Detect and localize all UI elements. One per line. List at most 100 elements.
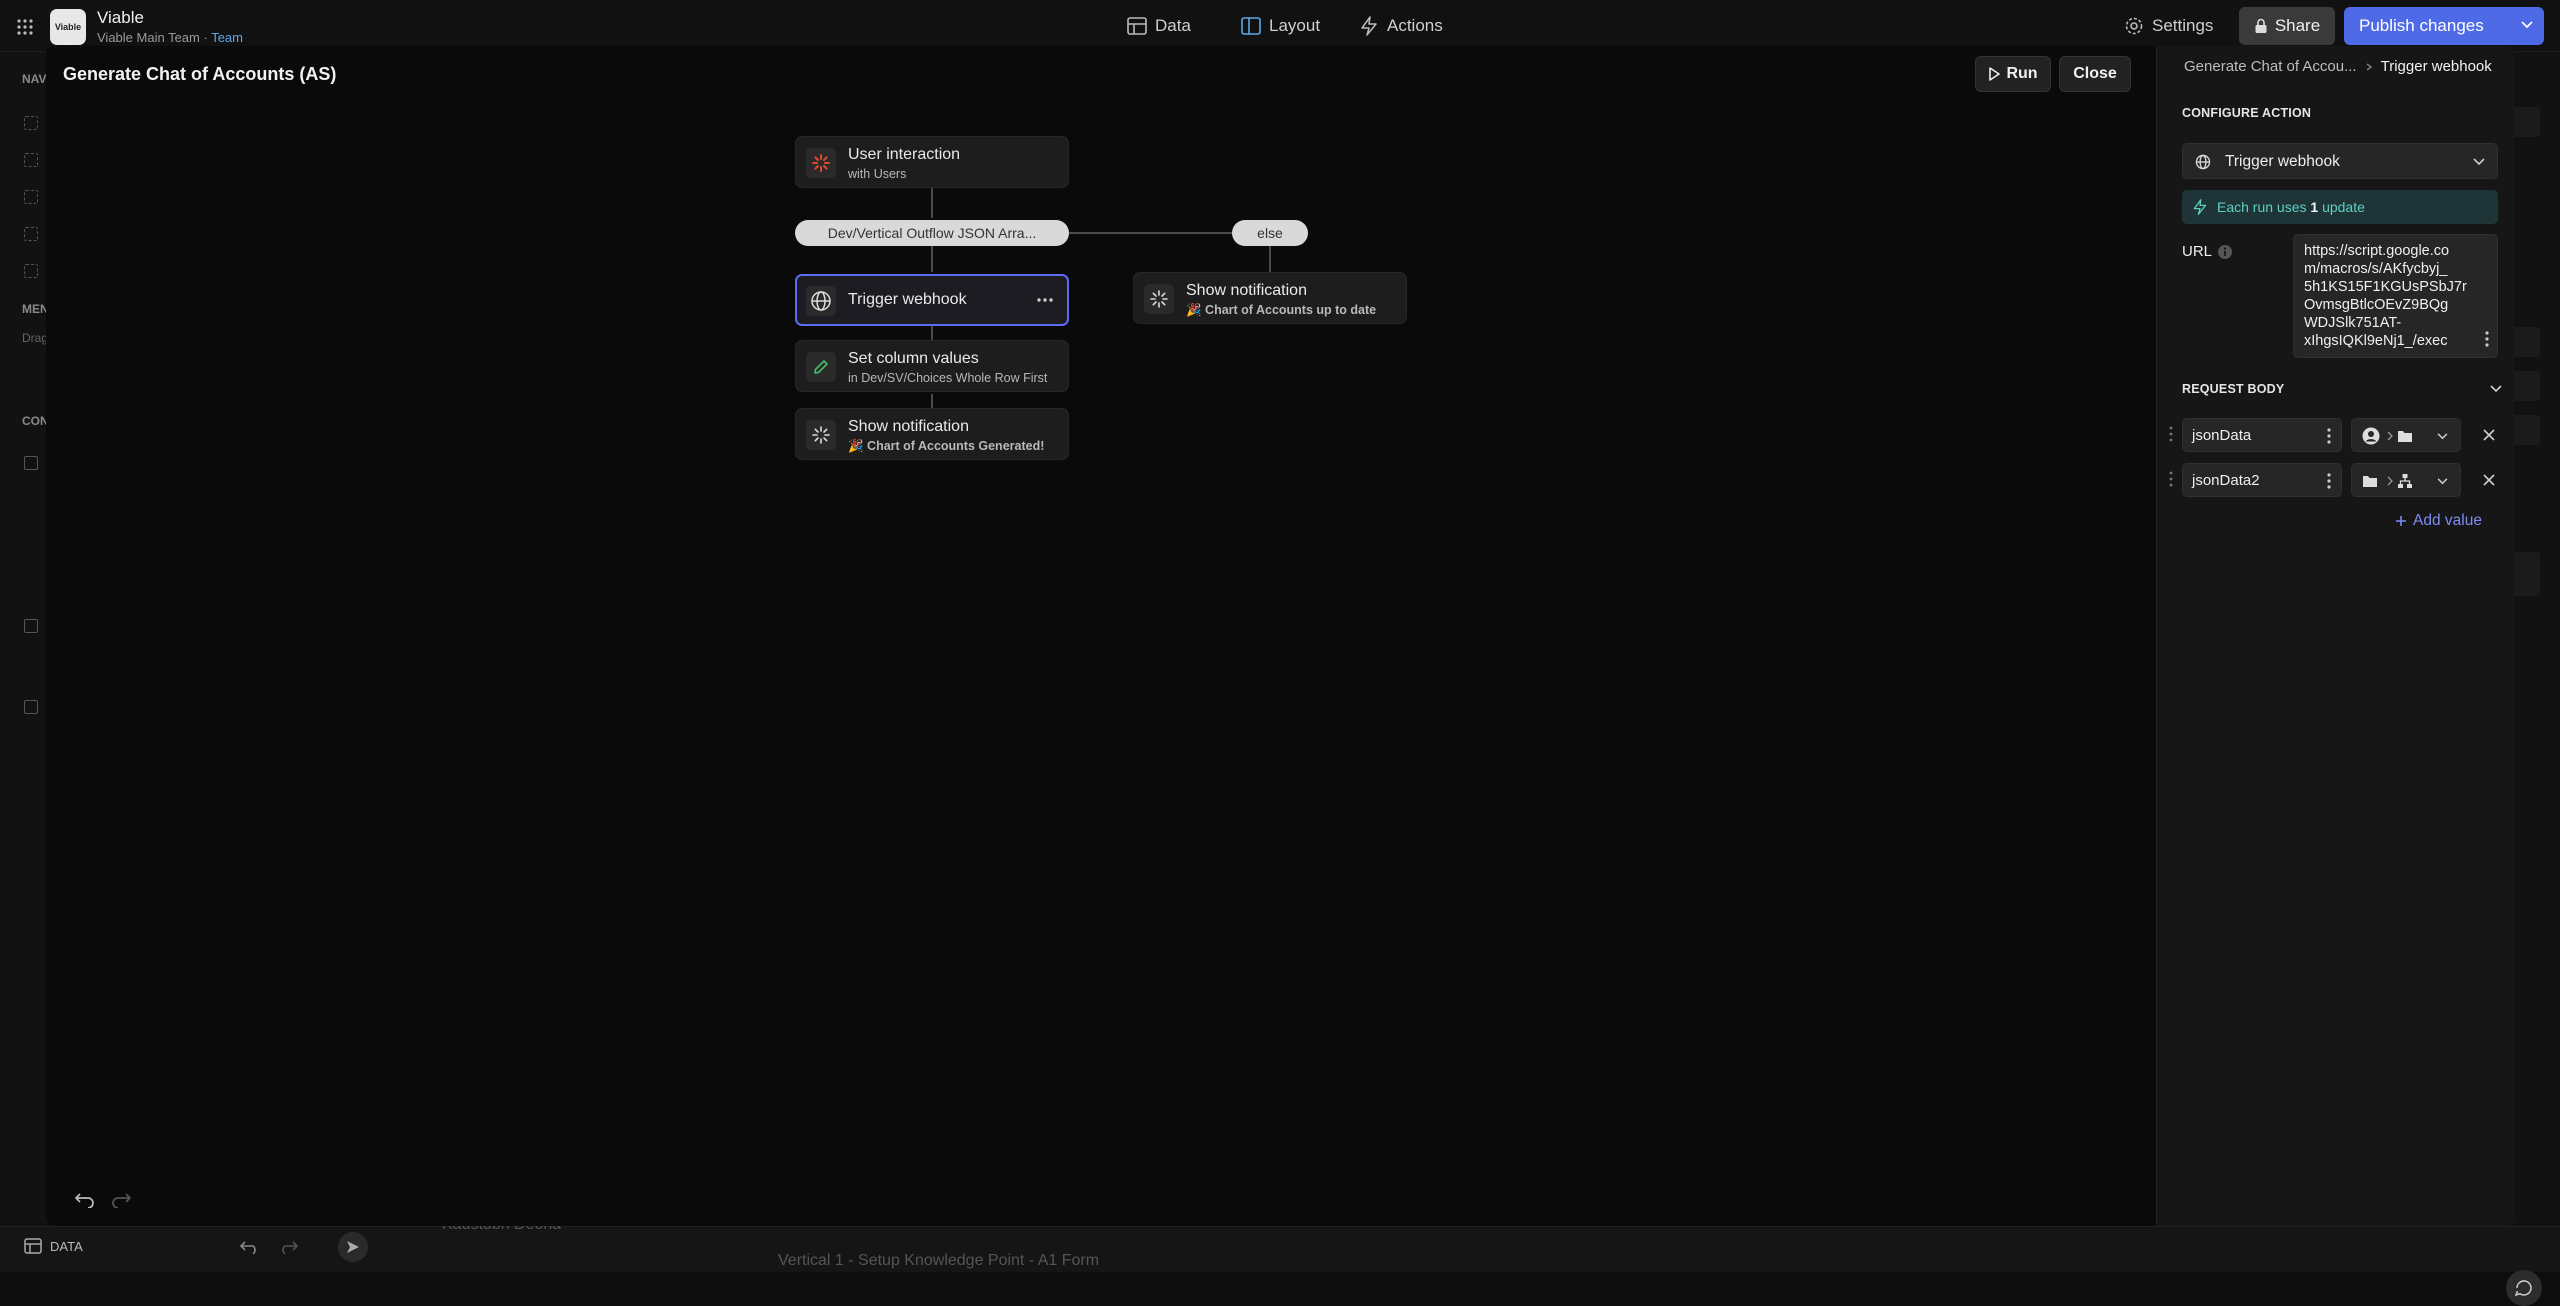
kebab-menu-icon[interactable]: [2327, 428, 2331, 444]
settings-button[interactable]: Settings: [2124, 12, 2213, 40]
chevron-right-icon: [2387, 476, 2393, 486]
bottom-data-button[interactable]: DATA: [24, 1238, 83, 1254]
flow-node-trigger[interactable]: User interaction with Users: [795, 136, 1069, 188]
folder-icon: [2397, 429, 2413, 443]
chevron-right-icon: [2365, 62, 2373, 72]
chevron-down-icon[interactable]: [2520, 20, 2534, 30]
body-key-value: jsonData2: [2192, 472, 2260, 489]
configure-action-label: CONFIGURE ACTION: [2182, 106, 2312, 120]
body-value-picker[interactable]: [2351, 418, 2461, 452]
kebab-menu-icon[interactable]: [2327, 473, 2331, 489]
team-type[interactable]: Team: [211, 30, 243, 45]
table-icon: [24, 1238, 42, 1254]
bottom-data-label: DATA: [50, 1238, 83, 1254]
globe-icon: [806, 286, 836, 316]
node-title: Show notification: [1186, 282, 1307, 299]
bolt-icon: [1359, 16, 1379, 36]
sidebar-section-menu: MEN: [22, 302, 49, 316]
folder-icon: [2362, 474, 2378, 488]
bottom-redo-icon[interactable]: [278, 1238, 300, 1254]
app-logo-text: Viable: [54, 22, 82, 32]
app-logo[interactable]: Viable: [50, 9, 86, 45]
kebab-menu-icon[interactable]: [2485, 331, 2489, 347]
remove-icon[interactable]: [2483, 474, 2495, 486]
connector: [931, 394, 933, 408]
node-subtitle: 🎉 Chart of Accounts Generated!: [848, 439, 1045, 453]
user-circle-icon: [2362, 427, 2380, 445]
add-value-label: Add value: [2413, 512, 2482, 529]
drag-handle-icon[interactable]: [2169, 471, 2173, 487]
sidebar-drag-hint: Drag: [22, 331, 49, 345]
branch-else[interactable]: else: [1232, 220, 1308, 246]
run-button[interactable]: Run: [1975, 56, 2051, 92]
trigger-icon: [806, 148, 836, 178]
branch-condition[interactable]: Dev/Vertical Outflow JSON Arra...: [795, 220, 1069, 246]
nav-actions[interactable]: Actions: [1359, 12, 1443, 40]
sidebar-item-icon: [24, 700, 38, 714]
action-type-value: Trigger webhook: [2225, 153, 2340, 170]
flow-canvas[interactable]: Generate Chat of Accounts (AS) Run Close…: [46, 46, 2156, 1226]
add-value-button[interactable]: Add value: [2395, 512, 2482, 530]
publish-button[interactable]: Publish changes: [2344, 7, 2544, 45]
branch-condition-label: Dev/Vertical Outflow JSON Arra...: [827, 225, 1037, 241]
flow-node-trigger-webhook[interactable]: Trigger webhook: [795, 274, 1069, 326]
action-editor-modal: Generate Chat of Accounts (AS) Run Close…: [46, 46, 2514, 1226]
modal-title: Generate Chat of Accounts (AS): [63, 64, 337, 84]
team-separator: ·: [199, 30, 212, 45]
node-title: Set column values: [848, 350, 979, 367]
url-label: URL: [2182, 243, 2213, 260]
url-value: https://script.google.co m/macros/s/AKfy…: [2304, 242, 2467, 350]
breadcrumb-current: Trigger webhook: [2380, 58, 2492, 75]
usage-info-text: Each run uses 1 update: [2217, 199, 2365, 215]
bottom-undo-icon[interactable]: [238, 1238, 260, 1254]
redo-icon[interactable]: [110, 1190, 134, 1208]
body-value-picker[interactable]: [2351, 463, 2461, 497]
url-input[interactable]: https://script.google.co m/macros/s/AKfy…: [2293, 234, 2498, 358]
nav-data-label: Data: [1155, 16, 1191, 35]
node-subtitle: 🎉 Chart of Accounts up to date: [1186, 303, 1377, 317]
drag-handle-icon[interactable]: [2169, 426, 2173, 442]
bolt-icon: [2192, 199, 2208, 215]
share-button[interactable]: Share: [2239, 7, 2335, 45]
flow-node-show-notification-else[interactable]: Show notification 🎉 Chart of Accounts up…: [1133, 272, 1407, 324]
close-button[interactable]: Close: [2059, 56, 2131, 92]
url-line: https://script.google.co: [2304, 243, 2450, 259]
sidebar-item-icon: [24, 264, 38, 278]
url-line: OvmsgBtlcOEvZ9BQg: [2304, 297, 2449, 313]
send-icon[interactable]: [338, 1232, 368, 1262]
body-key-input[interactable]: jsonData2: [2182, 463, 2342, 497]
sidebar-section-components: CON: [22, 414, 49, 428]
sidebar-item-icon: [24, 153, 38, 167]
info-icon[interactable]: [2217, 244, 2233, 260]
sparkle-icon: [806, 420, 836, 450]
top-bar: Viable Viable Viable Main Team · Team Da…: [0, 0, 2560, 52]
hierarchy-icon: [2397, 473, 2413, 489]
remove-icon[interactable]: [2483, 429, 2495, 441]
connector: [1269, 246, 1271, 272]
sparkle-icon: [1144, 284, 1174, 314]
app-name: Viable: [97, 8, 144, 27]
flow-node-set-column-values[interactable]: Set column values in Dev/SV/Choices Whol…: [795, 340, 1069, 392]
sidebar-item-icon: [24, 190, 38, 204]
nav-layout[interactable]: Layout: [1241, 12, 1320, 40]
breadcrumb: Generate Chat of Accou... Trigger webhoo…: [2184, 58, 2492, 75]
flow-node-show-notification[interactable]: Show notification 🎉 Chart of Accounts Ge…: [795, 408, 1069, 460]
action-type-select[interactable]: Trigger webhook: [2182, 143, 2498, 179]
node-title: User interaction: [848, 146, 961, 163]
chat-bubble-icon[interactable]: [2506, 1270, 2542, 1306]
body-key-input[interactable]: jsonData: [2182, 418, 2342, 452]
url-line: m/macros/s/AKfycbyj_: [2304, 261, 2448, 277]
breadcrumb-parent[interactable]: Generate Chat of Accou...: [2184, 58, 2357, 75]
sidebar-item-icon: [24, 116, 38, 130]
sidebar-item-icon: [24, 456, 38, 470]
branch-else-label: else: [1257, 225, 1283, 241]
more-icon[interactable]: [1037, 297, 1053, 303]
nav-data[interactable]: Data: [1127, 12, 1191, 40]
apps-grid-icon[interactable]: [16, 18, 34, 36]
nav-actions-label: Actions: [1387, 16, 1443, 35]
team-name: Viable Main Team: [97, 30, 200, 45]
chevron-down-icon[interactable]: [2490, 385, 2502, 393]
url-line: xIhgsIQKl9eNj1_/exec: [2304, 333, 2448, 349]
undo-icon[interactable]: [72, 1190, 96, 1208]
connector: [931, 242, 933, 272]
